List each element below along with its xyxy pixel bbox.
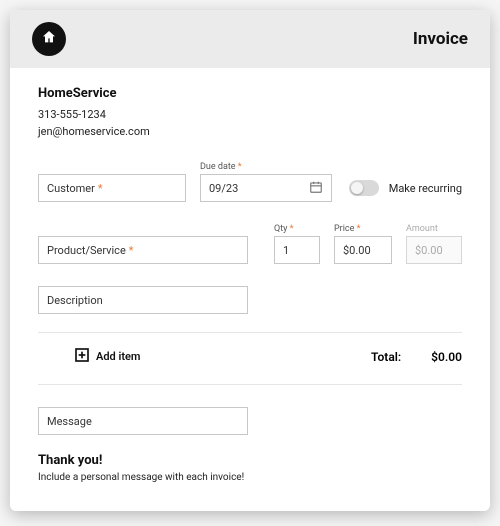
row-add-total: Add item Total: $0.00	[38, 347, 462, 366]
make-recurring-toggle[interactable]	[349, 180, 379, 196]
qty-label-text: Qty	[274, 224, 287, 234]
required-asterisk: *	[238, 162, 242, 172]
row-description: Description	[38, 286, 462, 314]
total-wrap: Total: $0.00	[371, 350, 462, 364]
add-icon	[74, 347, 90, 366]
amount-field-wrap: Amount $0.00	[406, 224, 462, 264]
total-value: $0.00	[431, 350, 462, 364]
required-asterisk: *	[357, 224, 361, 234]
make-recurring-label: Make recurring	[389, 182, 462, 195]
customer-placeholder: Customer	[47, 182, 95, 195]
total-label: Total:	[371, 350, 401, 364]
due-date-label-text: Due date	[200, 162, 236, 172]
price-input[interactable]: $0.00	[334, 236, 392, 264]
home-button[interactable]	[32, 22, 66, 56]
invoice-body: HomeService 313-555-1234 jen@homeservice…	[10, 68, 490, 511]
message-input[interactable]: Message	[38, 407, 248, 435]
customer-field-wrap: Customer *	[38, 174, 186, 202]
row-message: Message	[38, 407, 462, 435]
qty-input[interactable]: 1	[274, 236, 320, 264]
add-item-label: Add item	[96, 350, 141, 363]
home-icon	[41, 29, 57, 49]
amount-label: Amount	[406, 224, 462, 234]
product-placeholder: Product/Service	[47, 244, 126, 257]
qty-field-wrap: Qty * 1	[274, 224, 320, 264]
divider	[38, 384, 462, 385]
customer-input[interactable]: Customer *	[38, 174, 186, 202]
amount-value: $0.00	[415, 244, 443, 257]
header-bar: Invoice	[10, 10, 490, 68]
product-input[interactable]: Product/Service *	[38, 236, 248, 264]
due-date-value: 09/23	[209, 182, 238, 195]
add-item-button[interactable]: Add item	[74, 347, 141, 366]
due-date-input[interactable]: 09/23	[200, 174, 332, 202]
price-label-text: Price	[334, 224, 354, 234]
required-asterisk: *	[129, 244, 134, 257]
product-field-wrap: Product/Service *	[38, 236, 248, 264]
calendar-icon	[309, 180, 323, 197]
due-date-label: Due date *	[200, 162, 332, 172]
row-line-item: Product/Service * Qty * 1 Price *	[38, 224, 462, 264]
business-name: HomeService	[38, 86, 462, 101]
thank-you-title: Thank you!	[38, 453, 462, 468]
required-asterisk: *	[290, 224, 294, 234]
make-recurring-wrap: Make recurring	[349, 180, 462, 196]
business-phone: 313-555-1234	[38, 107, 462, 124]
due-date-field-wrap: Due date * 09/23	[200, 162, 332, 202]
divider	[38, 332, 462, 333]
price-label: Price *	[334, 224, 392, 234]
row-customer-date: Customer * Due date * 09/23 Make	[38, 162, 462, 202]
amount-display: $0.00	[406, 236, 462, 264]
price-value: $0.00	[343, 244, 371, 257]
page-title: Invoice	[413, 29, 468, 49]
qty-label: Qty *	[274, 224, 320, 234]
business-email: jen@homeservice.com	[38, 124, 462, 141]
description-input[interactable]: Description	[38, 286, 248, 314]
thank-you-subtitle: Include a personal message with each inv…	[38, 472, 462, 483]
required-asterisk: *	[98, 182, 103, 195]
message-placeholder: Message	[47, 415, 92, 428]
price-field-wrap: Price * $0.00	[334, 224, 392, 264]
invoice-card: Invoice HomeService 313-555-1234 jen@hom…	[10, 10, 490, 511]
qty-value: 1	[283, 244, 289, 257]
description-placeholder: Description	[47, 294, 103, 307]
